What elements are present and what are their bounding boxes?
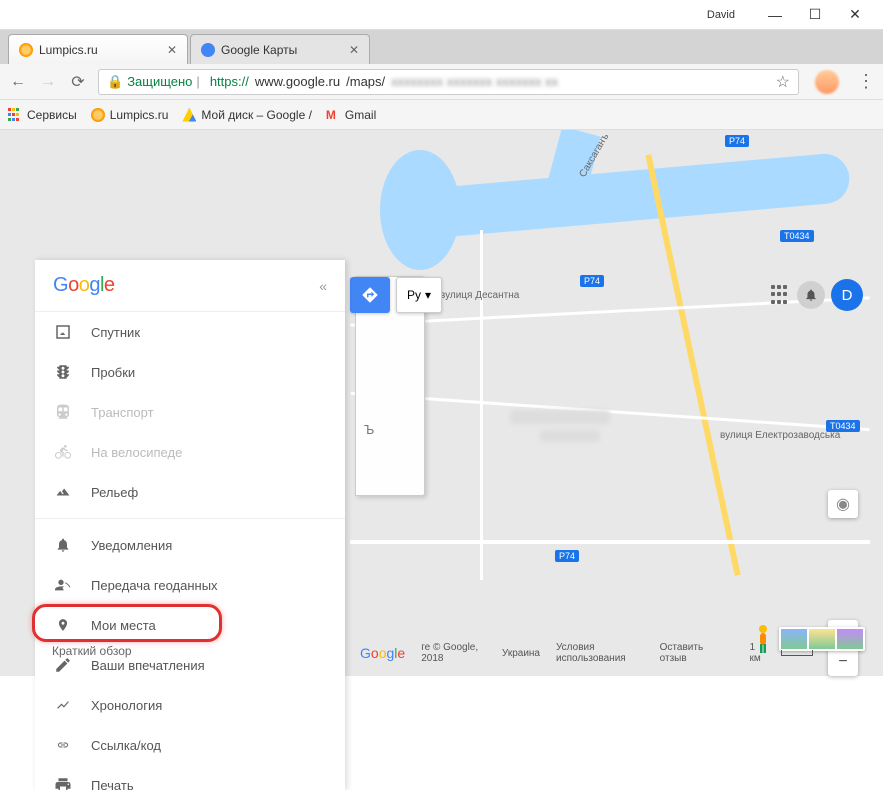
google-logo: Google [53,274,115,297]
recenter-button[interactable]: ◉ [828,490,858,518]
road-shield: Р74 [555,550,579,562]
menu-item-label: Ссылка/код [91,738,161,753]
profile-avatar[interactable] [815,70,839,94]
menu-item-terrain[interactable]: Рельеф [35,472,345,512]
gmail-icon: M [326,108,340,122]
transit-icon [53,402,73,422]
lock-icon: 🔒 [107,74,123,90]
scale-bar [781,650,813,656]
window-maximize-button[interactable]: ☐ [795,0,835,30]
back-button[interactable]: ← [8,72,28,92]
link-icon [53,735,73,755]
menu-item-location-sharing[interactable]: Передача геоданных [35,565,345,605]
bookmark-drive[interactable]: Мой диск – Google / [182,108,312,122]
scale-label: 1 км [750,642,765,664]
menu-divider [35,518,345,519]
window-minimize-button[interactable]: — [755,0,795,30]
menu-item-label: Ваши впечатления [91,658,205,673]
menu-item-timeline[interactable]: Хронология [35,685,345,725]
road-shield: Т0434 [826,420,860,432]
bookmark-star-icon[interactable]: ☆ [776,72,790,92]
bookmark-gmail[interactable]: M Gmail [326,108,376,122]
menu-item-label: Рельеф [91,485,138,500]
lumpics-favicon [19,43,33,57]
tab-title: Google Карты [221,43,341,57]
menu-item-label: Мои места [91,618,156,633]
menu-item-my-places[interactable]: Мои места [35,605,345,645]
tab-close-icon[interactable]: ✕ [349,43,359,57]
satellite-icon [53,322,73,342]
terms-link[interactable]: Условия использования [556,642,644,664]
menu-item-label: Транспорт [91,405,154,420]
menu-item-transit: Транспорт [35,392,345,432]
window-titlebar: David — ☐ ✕ [0,0,883,30]
map-footer: Google ге © Google, 2018 Украина Условия… [360,642,813,664]
feedback-link[interactable]: Оставить отзыв [660,642,718,664]
brief-overview-link[interactable]: Краткий обзор [52,644,132,658]
menu-item-label: Пробки [91,365,135,380]
bell-icon [804,288,818,302]
account-avatar[interactable]: D [831,279,863,311]
secure-badge: 🔒 Защищено [107,74,192,90]
maps-side-menu: Google « Спутник Пробки Транспорт [35,260,345,790]
caret-down-icon: ▾ [425,288,431,302]
page-content: вулиця Десантна вулиця Електрозаводська … [0,130,883,676]
terrain-icon [53,482,73,502]
bookmark-lumpics[interactable]: Lumpics.ru [91,108,169,122]
edit-icon [53,655,73,675]
street-label: вулиця Електрозаводська [720,430,840,441]
bicycle-icon [53,442,73,462]
collapse-menu-button[interactable]: « [319,278,327,294]
window-close-button[interactable]: ✕ [835,0,875,30]
address-bar: ← → ⟳ 🔒 Защищено | https:// www.google.r… [0,64,883,100]
country-link[interactable]: Украина [502,648,540,659]
menu-item-satellite[interactable]: Спутник [35,312,345,352]
directions-icon [361,286,379,304]
window-user: David [707,9,735,21]
lumpics-icon [91,108,105,122]
menu-item-bicycle: На велосипеде [35,432,345,472]
copyright-text: ге © Google, 2018 [421,642,486,664]
road-shield: Т0434 [780,230,814,242]
traffic-icon [53,362,73,382]
forward-button[interactable]: → [38,72,58,92]
drive-icon [182,108,196,122]
chrome-menu-button[interactable]: ⋮ [857,71,875,92]
bell-icon [53,535,73,555]
menu-item-label: Спутник [91,325,140,340]
apps-bookmark[interactable]: Сервисы [8,108,77,122]
map-top-controls: Ру ▾ D [350,275,863,315]
menu-item-share-link[interactable]: Ссылка/код [35,725,345,765]
menu-item-label: На велосипеде [91,445,182,460]
zoom-controls: ◉ [828,490,858,518]
directions-button[interactable] [350,277,390,313]
menu-item-traffic[interactable]: Пробки [35,352,345,392]
google-logo-small: Google [360,645,405,661]
apps-grid-icon [8,108,22,122]
menu-item-notifications[interactable]: Уведомления [35,525,345,565]
timeline-icon [53,695,73,715]
google-apps-icon[interactable] [771,285,791,305]
menu-item-label: Хронология [91,698,162,713]
pin-icon [53,615,73,635]
browser-tab-google-maps[interactable]: Google Карты ✕ [190,34,370,64]
browser-tabs-bar: Lumpics.ru ✕ Google Карты ✕ [0,30,883,64]
tab-title: Lumpics.ru [39,43,159,57]
notifications-button[interactable] [797,281,825,309]
menu-item-label: Печать [91,778,134,790]
menu-item-label: Передача геоданных [91,578,218,593]
menu-item-label: Уведомления [91,538,172,553]
browser-tab-lumpics[interactable]: Lumpics.ru ✕ [8,34,188,64]
print-icon [53,775,73,790]
tab-close-icon[interactable]: ✕ [167,43,177,57]
location-share-icon [53,575,73,595]
reload-button[interactable]: ⟳ [68,72,88,92]
maps-favicon [201,43,215,57]
language-button[interactable]: Ру ▾ [396,277,442,313]
side-menu-header: Google « [35,260,345,312]
url-input[interactable]: 🔒 Защищено | https:// www.google.ru /map… [98,69,799,95]
menu-item-print[interactable]: Печать [35,765,345,790]
road-shield: Р74 [725,135,749,147]
bookmarks-bar: Сервисы Lumpics.ru Мой диск – Google / M… [0,100,883,130]
